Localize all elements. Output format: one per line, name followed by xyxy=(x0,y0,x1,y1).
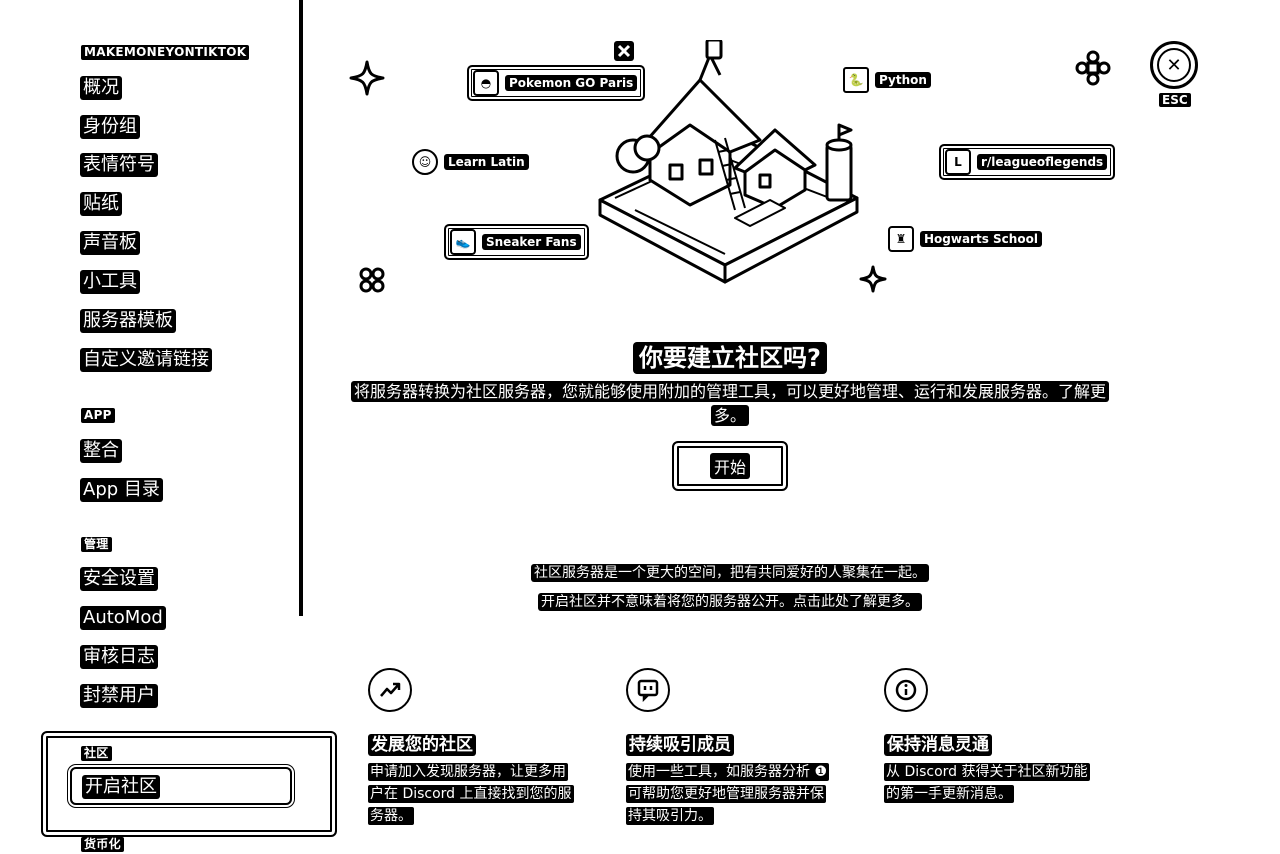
sparkle-icon xyxy=(349,60,385,96)
small-sparkle-icon xyxy=(859,265,887,293)
sidebar-item-safety-setup[interactable]: 安全设置 xyxy=(80,567,158,591)
feature-title: 保持消息灵通 xyxy=(884,730,1094,756)
feature-description: 从 Discord 获得关于社区新功能的第一手更新消息。 xyxy=(884,763,1090,803)
growth-chart-icon xyxy=(368,668,412,712)
feature-title: 发展您的社区 xyxy=(368,730,578,756)
server-pill-sneaker: 👟 Sneaker Fans xyxy=(444,224,589,260)
manage-section-header: 管理 xyxy=(81,537,112,552)
server-pill-pokemon: ◓ Pokemon GO Paris xyxy=(467,65,646,101)
feature-engage-members: 持续吸引成员 使用一些工具，如服务器分析 ❶ 可帮助您更好地管理服务器并保持其吸… xyxy=(626,668,836,827)
sidebar-item-soundboard[interactable]: 声音板 xyxy=(80,231,140,255)
app-section-header: APP xyxy=(81,408,115,423)
close-button[interactable]: ✕ xyxy=(1150,41,1198,89)
castle-icon: ♜ xyxy=(888,226,914,252)
page-title: 你要建立社区吗? xyxy=(340,338,1120,374)
feature-title: 持续吸引成员 xyxy=(626,730,836,756)
sidebar-item-server-template[interactable]: 服务器模板 xyxy=(80,309,176,333)
server-pill-latin: ☺ Learn Latin xyxy=(412,149,529,175)
sidebar-item-automod[interactable]: AutoMod xyxy=(80,606,166,630)
community-info-text: 社区服务器是一个更大的空间，把有共同爱好的人聚集在一起。 xyxy=(340,563,1120,583)
statue-head-icon: ☺ xyxy=(412,149,438,175)
monetization-section-header: 货币化 xyxy=(81,837,124,852)
sidebar-item-bans[interactable]: 封禁用户 xyxy=(80,684,158,708)
info-icon xyxy=(884,668,928,712)
sneaker-icon: 👟 xyxy=(450,229,476,255)
community-privacy-link[interactable]: 开启社区并不意味着将您的服务器公开。点击此处了解更多。 xyxy=(340,592,1120,612)
sidebar-item-integrations[interactable]: 整合 xyxy=(80,439,122,463)
python-logo-icon: 🐍 xyxy=(843,67,869,93)
feature-stay-informed: 保持消息灵通 从 Discord 获得关于社区新功能的第一手更新消息。 xyxy=(884,668,1094,805)
sidebar-item-label: 开启社区 xyxy=(82,775,160,799)
clover-sparkle-icon xyxy=(359,267,385,293)
feature-description: 使用一些工具，如服务器分析 ❶ 可帮助您更好地管理服务器并保持其吸引力。 xyxy=(626,763,830,825)
hero-description: 将服务器转换为社区服务器，您就能够使用附加的管理工具，可以更好地管理、运行和发展… xyxy=(345,380,1115,428)
pokeball-icon: ◓ xyxy=(473,70,499,96)
server-pill-league: L r/leagueoflegends xyxy=(939,144,1116,180)
sidebar-item-enable-community[interactable]: 开启社区 xyxy=(70,767,292,805)
sidebar-item-roles[interactable]: 身份组 xyxy=(80,115,140,139)
feature-grow-community: 发展您的社区 申请加入发现服务器，让更多用户在 Discord 上直接找到您的服… xyxy=(368,668,578,827)
close-icon: ✕ xyxy=(1157,48,1191,82)
sidebar-item-stickers[interactable]: 贴纸 xyxy=(80,192,122,216)
sidebar-item-app-directory[interactable]: App 目录 xyxy=(80,478,163,502)
sidebar-item-audit-log[interactable]: 审核日志 xyxy=(80,645,158,669)
sidebar-item-widget[interactable]: 小工具 xyxy=(80,270,140,294)
server-pill-hogwarts: ♜ Hogwarts School xyxy=(888,226,1042,252)
get-started-button[interactable]: 开始 xyxy=(672,441,788,491)
sidebar-item-overview[interactable]: 概况 xyxy=(80,76,122,100)
sidebar-item-emoji[interactable]: 表情符号 xyxy=(80,153,158,177)
chat-bubble-icon xyxy=(626,668,670,712)
sidebar-divider xyxy=(299,0,303,616)
sidebar-item-vanity-url[interactable]: 自定义邀请链接 xyxy=(80,348,212,372)
server-name-header: MAKEMONEYONTIKTOK xyxy=(81,45,250,60)
community-section: 社区 开启社区 xyxy=(41,731,337,837)
plus-sparkle-icon xyxy=(1075,50,1111,86)
community-section-header: 社区 xyxy=(81,746,112,761)
feature-description: 申请加入发现服务器，让更多用户在 Discord 上直接找到您的服务器。 xyxy=(368,763,574,825)
x-sparkle-icon xyxy=(614,41,634,61)
esc-label: ESC xyxy=(1159,93,1191,107)
server-pill-python: 🐍 Python xyxy=(843,67,931,93)
settings-sidebar: MAKEMONEYONTIKTOK 概况 身份组 表情符号 贴纸 声音板 小工具… xyxy=(0,0,337,854)
league-logo-icon: L xyxy=(945,149,971,175)
